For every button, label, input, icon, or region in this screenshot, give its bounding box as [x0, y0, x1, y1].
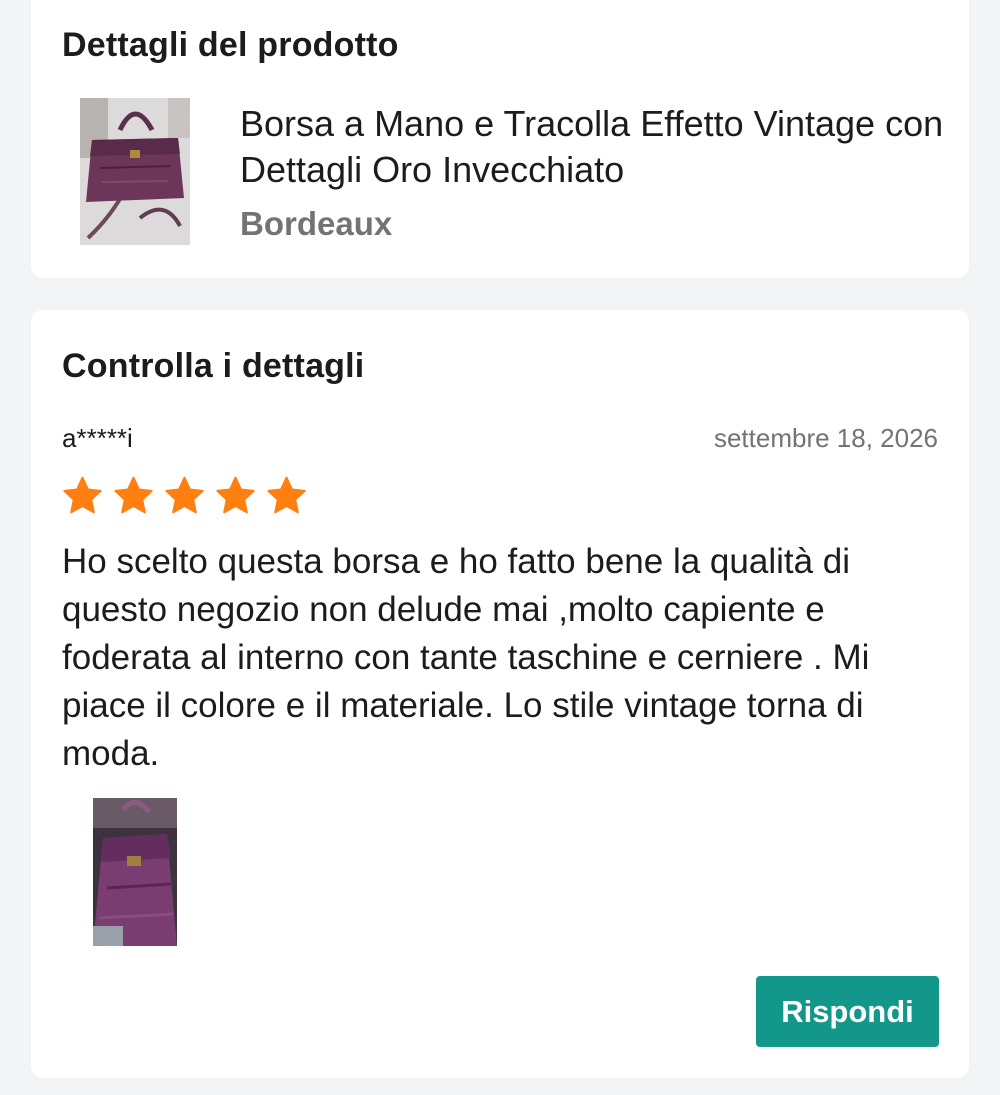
star-rating [62, 475, 307, 517]
review-bag-image [93, 798, 177, 946]
product-bag-image [80, 98, 190, 245]
star-icon [114, 476, 153, 514]
review-photo[interactable] [93, 798, 177, 946]
product-details-card: Dettagli del prodotto Borsa a Mano e Tra… [31, 0, 969, 278]
star-icon [267, 476, 306, 514]
review-card: Controlla i dettagli a*****i settembre 1… [31, 310, 969, 1078]
product-variant: Bordeaux [240, 205, 393, 242]
product-details-title: Dettagli del prodotto [62, 26, 399, 64]
reply-button[interactable]: Rispondi [756, 976, 939, 1047]
product-name[interactable]: Borsa a Mano e Tracolla Effetto Vintage … [240, 101, 950, 193]
reviewer-username: a*****i [62, 423, 133, 453]
review-text: Ho scelto questa borsa e ho fatto bene l… [62, 542, 870, 773]
product-thumbnail[interactable] [80, 98, 190, 245]
star-icon [165, 476, 204, 514]
star-icon [216, 476, 255, 514]
review-section-title: Controlla i dettagli [62, 347, 365, 385]
review-date: settembre 18, 2026 [713, 423, 938, 453]
star-icon [63, 476, 102, 514]
